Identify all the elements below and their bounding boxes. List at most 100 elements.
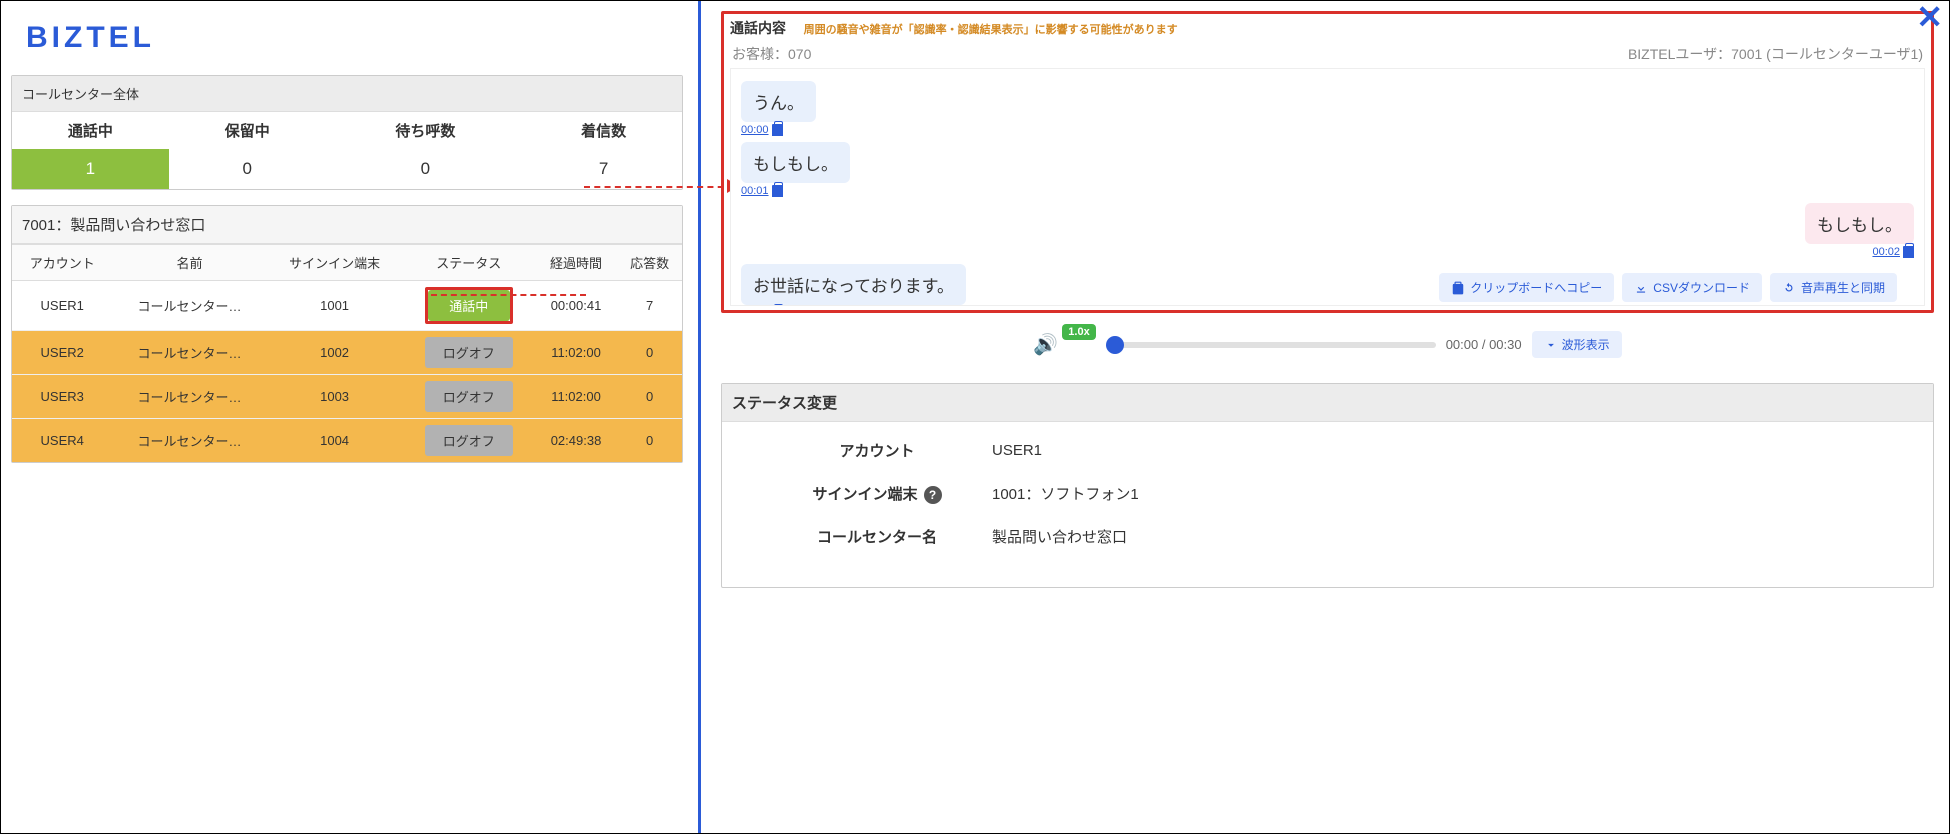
sync-icon (1782, 281, 1796, 295)
cell-name: コールセンター… (112, 281, 266, 331)
agent-row[interactable]: USER3コールセンター…1003 ログオフ 11:02:000 (12, 375, 682, 419)
col-header: 名前 (112, 245, 266, 281)
col-header: ステータス (403, 245, 535, 281)
status-badge[interactable]: ログオフ (425, 381, 513, 412)
cell-term: 1003 (266, 375, 402, 419)
status-badge[interactable]: ログオフ (425, 337, 513, 368)
speed-badge[interactable]: 1.0x (1062, 324, 1095, 340)
sync-audio-button[interactable]: 音声再生と同期 (1770, 273, 1897, 302)
col-header: アカウント (12, 245, 112, 281)
annotation-arrow (431, 294, 586, 296)
message-bubble: お世話になっております。 (741, 264, 966, 305)
download-icon (1634, 281, 1648, 295)
cell-ans: 0 (617, 419, 682, 463)
call-contents-panel: ✕ 通話内容 周囲の騒音や雑音が「認識率・認識結果表示」に影響する可能性がありま… (721, 11, 1934, 313)
status-row: サインイン端末?1001：ソフトフォン1 (762, 483, 1893, 504)
csv-label: CSVダウンロード (1653, 279, 1750, 296)
message-timestamp: 00:00 (741, 124, 1450, 136)
copy-label: クリップボードへコピー (1470, 279, 1602, 296)
transcript-area[interactable]: うん。 00:00 もしもし。 00:01 もしもし。 00:02 お世話になっております。… (730, 68, 1925, 306)
cell-name: コールセンター… (112, 419, 266, 463)
cell-status: 通話中 (403, 281, 535, 331)
stat-header: 通話中 (12, 112, 169, 149)
stat-value: 0 (169, 149, 326, 189)
chevron-down-icon (1544, 338, 1558, 352)
col-header: サインイン端末 (266, 245, 402, 281)
status-value: 製品問い合わせ窓口 (992, 526, 1127, 547)
volume-icon[interactable]: 🔊 (1033, 332, 1058, 357)
status-row: アカウントUSER1 (762, 440, 1893, 461)
status-value: 1001：ソフトフォン1 (992, 483, 1139, 504)
stat-value: 1 (12, 149, 169, 189)
cell-ans: 0 (617, 375, 682, 419)
stat-header: 着信数 (525, 112, 682, 149)
stat-value: 0 (326, 149, 526, 189)
clipboard-icon[interactable] (772, 124, 783, 136)
cell-elapsed: 11:02:00 (535, 331, 618, 375)
cell-status: ログオフ (403, 375, 535, 419)
copy-clipboard-button[interactable]: クリップボードへコピー (1439, 273, 1614, 302)
overview-title: コールセンター全体 (12, 76, 682, 112)
stat-value: 7 (525, 149, 682, 189)
queue-panel: 7001：製品問い合わせ窓口 アカウント名前サインイン端末ステータス経過時間応答… (11, 205, 683, 463)
stat-header: 保留中 (169, 112, 326, 149)
cell-status: ログオフ (403, 331, 535, 375)
cell-status: ログオフ (403, 419, 535, 463)
cell-acct: USER2 (12, 331, 112, 375)
cell-name: コールセンター… (112, 331, 266, 375)
csv-download-button[interactable]: CSVダウンロード (1622, 273, 1762, 302)
message: お世話になっております。00:03 (741, 264, 1450, 306)
message-bubble: うん。 (741, 81, 816, 122)
message: うん。 00:00 (741, 81, 1450, 136)
sync-label: 音声再生と同期 (1801, 279, 1885, 296)
status-label: コールセンター名 (762, 526, 992, 547)
waveform-button[interactable]: 波形表示 (1532, 331, 1622, 358)
status-label: アカウント (762, 440, 992, 461)
timestamp-link[interactable]: 00:00 (741, 124, 769, 136)
message: もしもし。 00:01 (741, 142, 1450, 197)
cell-acct: USER3 (12, 375, 112, 419)
wave-label: 波形表示 (1562, 336, 1610, 353)
status-value: USER1 (992, 442, 1042, 459)
cell-term: 1001 (266, 281, 402, 331)
message: もしもし。 00:02 (1205, 203, 1914, 258)
call-warning: 周囲の騒音や雑音が「認識率・認識結果表示」に影響する可能性があります (804, 24, 1178, 36)
message-timestamp: 00:02 (1205, 246, 1914, 258)
status-row: コールセンター名製品問い合わせ窓口 (762, 526, 1893, 547)
cell-acct: USER4 (12, 419, 112, 463)
clipboard-icon[interactable] (1903, 246, 1914, 258)
clipboard-icon[interactable] (772, 185, 783, 197)
timestamp-link[interactable]: 00:02 (1872, 246, 1900, 258)
status-badge[interactable]: ログオフ (425, 425, 513, 456)
cell-elapsed: 02:49:38 (535, 419, 618, 463)
slider-thumb[interactable] (1106, 336, 1124, 354)
annotation-highlight: 通話中 (425, 287, 513, 324)
overview-panel: コールセンター全体 通話中保留中待ち呼数着信数 1007 (11, 75, 683, 190)
clipboard-icon (1451, 281, 1465, 295)
agent-label: BIZTELユーザ：7001 (コールセンターユーザ1) (1628, 44, 1923, 64)
cell-term: 1004 (266, 419, 402, 463)
seek-slider[interactable] (1106, 342, 1436, 348)
cell-elapsed: 11:02:00 (535, 375, 618, 419)
logo: BIZTEL (11, 11, 683, 75)
status-change-panel: ステータス変更 アカウントUSER1 サインイン端末?1001：ソフトフォン1 コー… (721, 383, 1934, 588)
player-time: 00:00 / 00:30 (1446, 337, 1522, 352)
agent-row[interactable]: USER2コールセンター…1002ログオフ11:02:000 (12, 331, 682, 375)
status-label: サインイン端末? (762, 483, 992, 504)
message-bubble: もしもし。 (741, 142, 850, 183)
message-bubble: もしもし。 (1805, 203, 1914, 244)
audio-player: 🔊 1.0x 00:00 / 00:30 波形表示 (721, 331, 1934, 358)
cell-name: コールセンター… (112, 375, 266, 419)
message-timestamp: 00:01 (741, 185, 1450, 197)
help-icon[interactable]: ? (924, 486, 942, 504)
close-icon[interactable]: ✕ (1916, 0, 1943, 36)
customer-label: お客様：070 (732, 44, 811, 64)
status-change-title: ステータス変更 (722, 384, 1933, 422)
agent-row[interactable]: USER1コールセンター…1001通話中00:00:417 (12, 281, 682, 331)
stat-header: 待ち呼数 (326, 112, 526, 149)
timestamp-link[interactable]: 00:01 (741, 185, 769, 197)
cell-acct: USER1 (12, 281, 112, 331)
call-title: 通話内容 (730, 20, 786, 36)
cell-ans: 0 (617, 331, 682, 375)
agent-row[interactable]: USER4コールセンター…1004 ログオフ 02:49:380 (12, 419, 682, 463)
